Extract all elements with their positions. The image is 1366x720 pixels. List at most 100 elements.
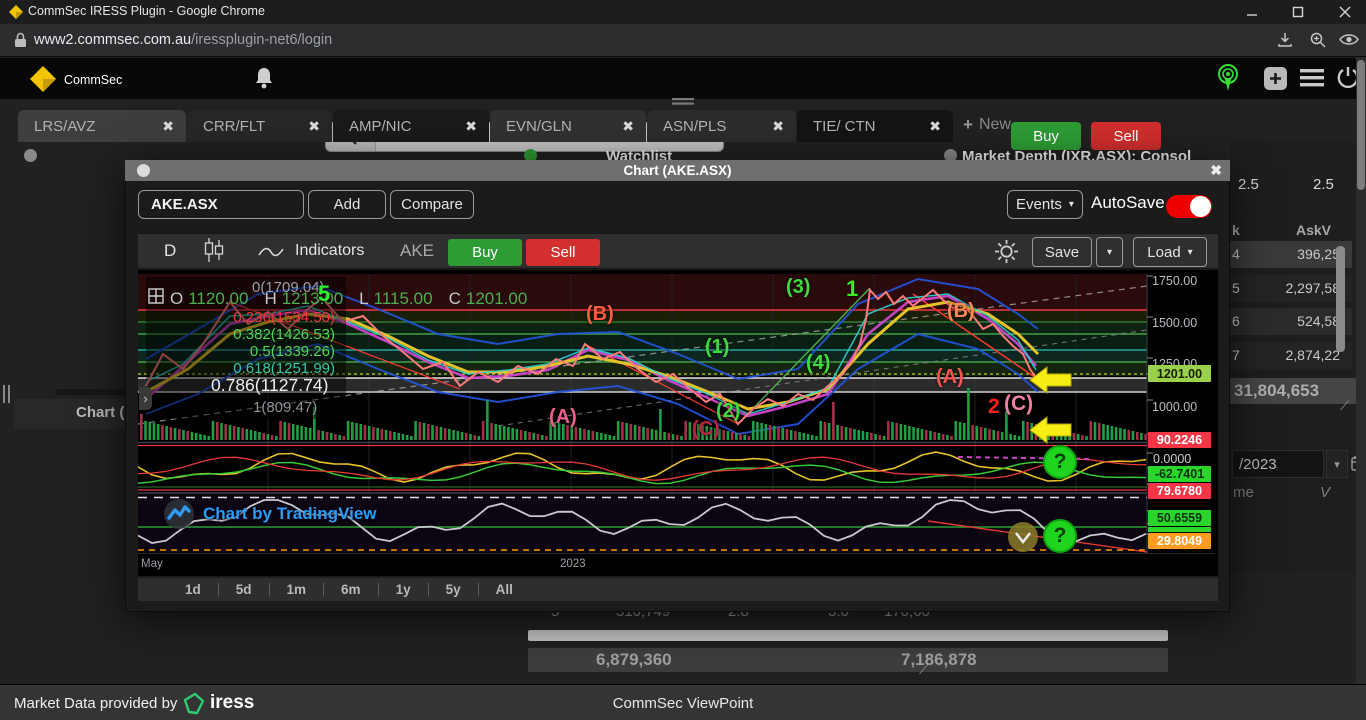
depth-row: 6524,58 xyxy=(1230,308,1352,335)
page-scrollbar-thumb[interactable] xyxy=(1357,60,1365,190)
date-filter-caret-button[interactable]: ▾ xyxy=(1326,450,1348,478)
indicator-value-badge: 90.2246 xyxy=(1148,432,1211,448)
load-label: Load xyxy=(1147,244,1180,261)
timeframe-button[interactable]: D xyxy=(164,241,176,261)
load-dropdown[interactable]: Load ▾ xyxy=(1133,237,1207,267)
tab-label: EVN/GLN xyxy=(506,118,572,135)
window-title: CommSec IRESS Plugin - Google Chrome xyxy=(28,4,265,18)
add-button[interactable]: Add xyxy=(308,190,386,219)
column-label-me: me xyxy=(1233,484,1254,501)
symbol-input[interactable]: AKE.ASX xyxy=(138,190,304,219)
chart-symbol-label: AKE xyxy=(400,241,434,261)
window-maximize-button[interactable] xyxy=(1283,3,1313,21)
pane-expand-chevron[interactable]: › xyxy=(139,387,152,410)
tab-tiectn[interactable]: TIE/ CTN✖ xyxy=(797,110,953,142)
events-dropdown[interactable]: Events▾ xyxy=(1007,190,1083,219)
fib-level: 0.5(1339.26) xyxy=(135,343,335,360)
bell-icon[interactable] xyxy=(253,66,275,90)
url-text[interactable]: www2.commsec.com.au/iressplugin-net6/log… xyxy=(34,32,332,48)
time-axis-label: 2023 xyxy=(560,558,586,570)
tab-bar: +New LRS/AVZ✖CRR/FLT✖AMP/NIC✖EVN/GLN✖ASN… xyxy=(0,110,1366,142)
quote-value-right: 2.5 xyxy=(1313,176,1334,193)
tab-lrsavz[interactable]: LRS/AVZ✖ xyxy=(18,110,186,142)
ohlc-letter: C xyxy=(449,289,461,308)
new-tab-button[interactable]: +New xyxy=(963,115,1011,135)
range-button-all[interactable]: All xyxy=(479,582,530,597)
depth-row-askvol: 396,25 xyxy=(1297,246,1340,262)
autosave-toggle[interactable] xyxy=(1166,195,1212,218)
save-caret-button[interactable]: ▾ xyxy=(1096,237,1123,267)
question-badge[interactable]: ? xyxy=(1043,445,1077,479)
clipped-axis-badge xyxy=(1148,527,1211,532)
ohlc-value: 1213.00 xyxy=(282,289,343,308)
total-right-value: 7,186,878 xyxy=(901,650,977,670)
chart-buy-button[interactable]: Buy xyxy=(448,239,522,266)
price-axis-tick: 1500.00 xyxy=(1152,316,1197,330)
chart-sell-button[interactable]: Sell xyxy=(526,239,600,266)
tab-close-icon[interactable]: ✖ xyxy=(465,118,477,135)
plus-icon xyxy=(1269,72,1282,85)
download-icon[interactable] xyxy=(1276,31,1294,49)
splitter-handle-icon[interactable] xyxy=(2,385,12,403)
add-widget-button[interactable] xyxy=(1264,67,1287,90)
depth-col-header-left: k xyxy=(1232,222,1240,238)
range-button-1m[interactable]: 1m xyxy=(270,582,324,597)
eye-icon[interactable] xyxy=(1339,32,1359,47)
autosave-label: AutoSave xyxy=(1091,193,1165,213)
ohlc-letter: L xyxy=(359,289,368,308)
footer-center-text: CommSec ViewPoint xyxy=(0,695,1366,712)
tab-ampnic[interactable]: AMP/NIC✖ xyxy=(333,110,489,142)
totals-row: 6,879,360 7,186,878 xyxy=(528,648,1168,672)
depth-row-askvol: 2,297,58 xyxy=(1286,280,1341,296)
ohlc-letter: H xyxy=(264,289,276,308)
depth-row-level: 5 xyxy=(1232,280,1240,296)
zoom-icon[interactable] xyxy=(1309,31,1327,49)
resize-handle-icon[interactable]: ⟋ xyxy=(919,662,928,678)
indicators-button[interactable]: Indicators xyxy=(295,242,364,260)
window-close-button[interactable] xyxy=(1330,3,1360,21)
elliott-wave-label: (4) xyxy=(806,352,830,375)
range-button-5d[interactable]: 5d xyxy=(219,582,269,597)
drag-grip-icon[interactable] xyxy=(672,98,694,105)
tab-close-icon[interactable]: ✖ xyxy=(162,118,174,135)
range-button-1y[interactable]: 1y xyxy=(379,582,428,597)
caret-down-icon: ▾ xyxy=(1188,247,1193,258)
tab-close-icon[interactable]: ✖ xyxy=(308,118,320,135)
depth-scrollbar-thumb[interactable] xyxy=(1336,246,1345,352)
fib-level-786: 0.786(1127.74) xyxy=(211,375,328,396)
caret-down-icon: ▾ xyxy=(1334,458,1340,471)
depth-row-askvol: 524,58 xyxy=(1297,313,1340,329)
url-path: /iressplugin-net6/login xyxy=(191,32,332,48)
range-button-5y[interactable]: 5y xyxy=(429,582,478,597)
dialog-close-button[interactable]: ✖ xyxy=(1210,162,1222,179)
save-button[interactable]: Save xyxy=(1032,237,1092,267)
footer: Market Data provided by iress CommSec Vi… xyxy=(0,684,1366,720)
tab-close-icon[interactable]: ✖ xyxy=(622,118,634,135)
tab-close-icon[interactable]: ✖ xyxy=(772,118,784,135)
tab-crrflt[interactable]: CRR/FLT✖ xyxy=(187,110,332,142)
candlestick-style-icon[interactable] xyxy=(203,238,225,262)
settings-gear-icon[interactable] xyxy=(993,238,1020,265)
resize-handle-icon[interactable]: ⟋ xyxy=(1340,398,1349,414)
indicator-value-badge: 0.0000 xyxy=(1148,451,1211,467)
range-button-1d[interactable]: 1d xyxy=(168,582,218,597)
menu-hamburger-icon[interactable] xyxy=(1300,69,1324,87)
tab-label: ASN/PLS xyxy=(663,118,726,135)
alerts-beacon-icon[interactable] xyxy=(1215,63,1241,93)
lock-icon xyxy=(13,32,28,48)
line-tool-icon[interactable] xyxy=(258,246,284,258)
date-filter-box[interactable]: /2023 xyxy=(1232,450,1324,478)
date-filter-value: /2023 xyxy=(1239,456,1277,473)
tab-evngln[interactable]: EVN/GLN ✖ xyxy=(490,110,646,142)
window-minimize-button[interactable] xyxy=(1237,3,1267,21)
compare-button[interactable]: Compare xyxy=(390,190,474,219)
grid-layout-icon[interactable] xyxy=(148,288,164,304)
range-button-6m[interactable]: 6m xyxy=(324,582,378,597)
elliott-wave-label: (C) xyxy=(692,418,720,441)
tab-asnpls[interactable]: ASN/PLS ✖ xyxy=(647,110,796,142)
brand-name: CommSec xyxy=(64,73,122,87)
chart-dialog-titlebar[interactable]: Chart (AKE.ASX) ✖ xyxy=(125,160,1230,181)
elliott-wave-label: (A) xyxy=(549,406,577,429)
question-badge[interactable]: ? xyxy=(1043,519,1077,553)
tab-close-icon[interactable]: ✖ xyxy=(929,118,941,135)
